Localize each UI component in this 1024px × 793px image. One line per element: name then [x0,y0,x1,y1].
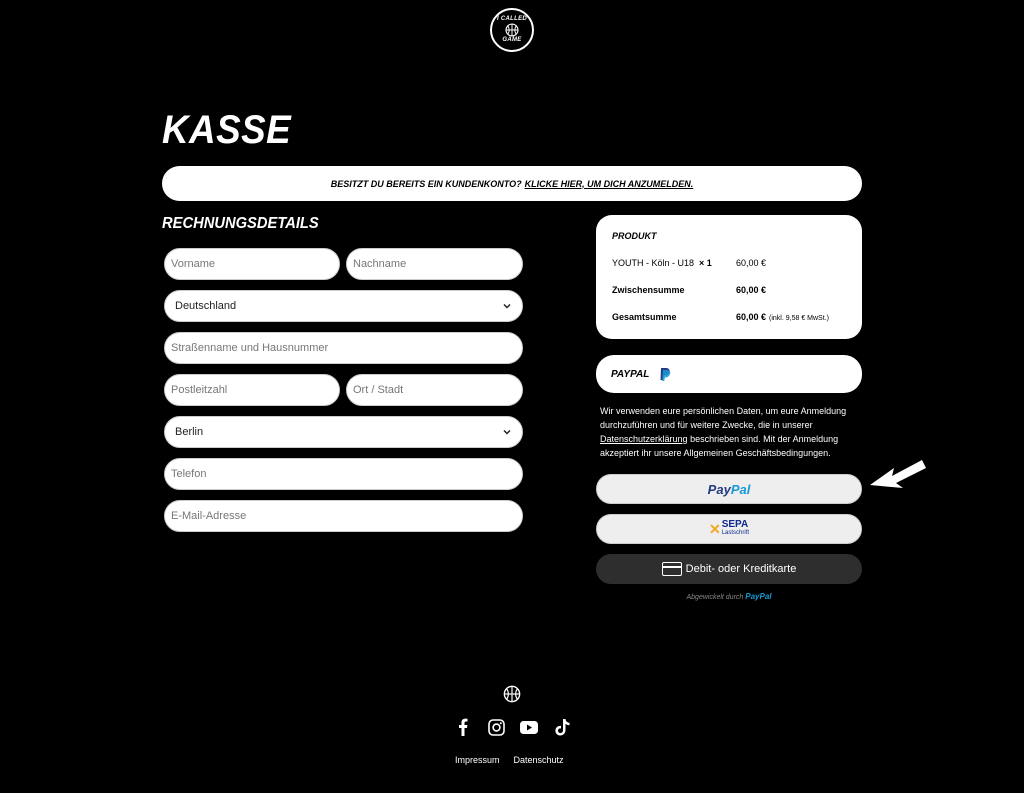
phone-input[interactable]: Telefon [164,458,523,490]
billing-section-title: RECHNUNGSDETAILS [162,215,319,232]
basketball-icon [503,685,521,703]
subtotal-label: Zwischensumme [612,285,685,295]
payment-method-paypal[interactable]: PAYPAL [596,355,862,393]
sepa-mark-icon: ✕ [708,520,721,537]
powered-by: Abgewickelt durch PayPal [596,592,862,601]
powered-by-brand: PayPal [745,592,772,601]
logo-text-bottom: GAME [502,37,522,43]
product-name: YOUTH - Köln - U18 [612,258,695,268]
paypal-button[interactable]: PayPal [596,474,862,504]
total-value-cell: 60,00 € (inkl. 9,58 € MwSt.) [736,312,829,322]
sepa-logo: ✕ SEPA Lastschrift [709,520,749,538]
order-summary: PRODUKT YOUTH - Köln - U18 × 1 60,00 € Z… [596,215,862,339]
impressum-link[interactable]: Impressum [455,755,500,765]
facebook-icon[interactable] [454,718,472,736]
sepa-sub-text: Lastschrift [721,530,750,536]
sepa-main-text: SEPA [721,519,749,530]
social-links [454,718,571,736]
basketball-icon [505,23,519,37]
credit-card-icon [661,562,682,576]
total-tax: (inkl. 9,58 € MwSt.) [769,315,829,322]
subtotal-value: 60,00 € [736,285,767,295]
chevron-down-icon [503,303,511,309]
login-link[interactable]: KLICKE HIER, UM DICH ANZUMELDEN. [525,179,694,189]
card-button[interactable]: Debit- oder Kreditkarte [596,554,862,584]
sepa-button[interactable]: ✕ SEPA Lastschrift [596,514,862,544]
login-banner: BESITZT DU BEREITS EIN KUNDENKONTO? KLIC… [162,166,862,201]
product-qty: × 1 [699,258,712,268]
privacy-policy-link[interactable]: Datenschutzerklärung [600,434,688,444]
street-input[interactable]: Straßenname und Hausnummer [164,332,523,364]
datenschutz-link[interactable]: Datenschutz [514,755,564,765]
logo-text-top: I CALLED [496,16,528,22]
order-header: PRODUKT [612,231,657,241]
privacy-text-before: Wir verwenden eure persönlichen Daten, u… [600,406,847,430]
product-name-cell: YOUTH - Köln - U18 × 1 [612,258,736,268]
payment-method-label: PAYPAL [611,368,650,380]
order-total-row: Gesamtsumme 60,00 € (inkl. 9,58 € MwSt.) [612,312,852,322]
powered-by-text: Abgewickelt durch [686,594,744,601]
instagram-icon[interactable] [487,718,505,736]
country-select-value: Deutschland [175,300,237,312]
state-select-value: Berlin [175,426,204,438]
city-input[interactable]: Ort / Stadt [346,374,523,406]
country-select[interactable]: Deutschland [164,290,523,322]
privacy-notice: Wir verwenden eure persönlichen Daten, u… [600,404,862,460]
footer-links: Impressum Datenschutz [455,755,564,765]
youtube-icon[interactable] [520,718,538,736]
state-select[interactable]: Berlin [164,416,523,448]
email-input[interactable]: E-Mail-Adresse [164,500,523,532]
login-question: BESITZT DU BEREITS EIN KUNDENKONTO? [330,178,522,189]
total-label: Gesamtsumme [612,312,677,322]
site-logo[interactable]: I CALLED GAME [490,8,534,52]
order-subtotal-row: Zwischensumme 60,00 € [612,285,852,295]
last-name-input[interactable]: Nachname [346,248,523,280]
card-button-label: Debit- oder Kreditkarte [685,563,797,575]
paypal-icon [660,368,671,381]
chevron-down-icon [503,429,511,435]
order-product-row: YOUTH - Köln - U18 × 1 60,00 € [612,258,852,268]
product-price: 60,00 € [736,258,767,268]
postcode-input[interactable]: Postleitzahl [164,374,340,406]
paypal-logo: PayPal [707,481,751,497]
first-name-input[interactable]: Vorname [164,248,340,280]
tiktok-icon[interactable] [553,718,571,736]
arrow-left-icon [870,460,926,488]
page-title: KASSE [162,108,292,152]
total-value: 60,00 € [736,312,767,322]
